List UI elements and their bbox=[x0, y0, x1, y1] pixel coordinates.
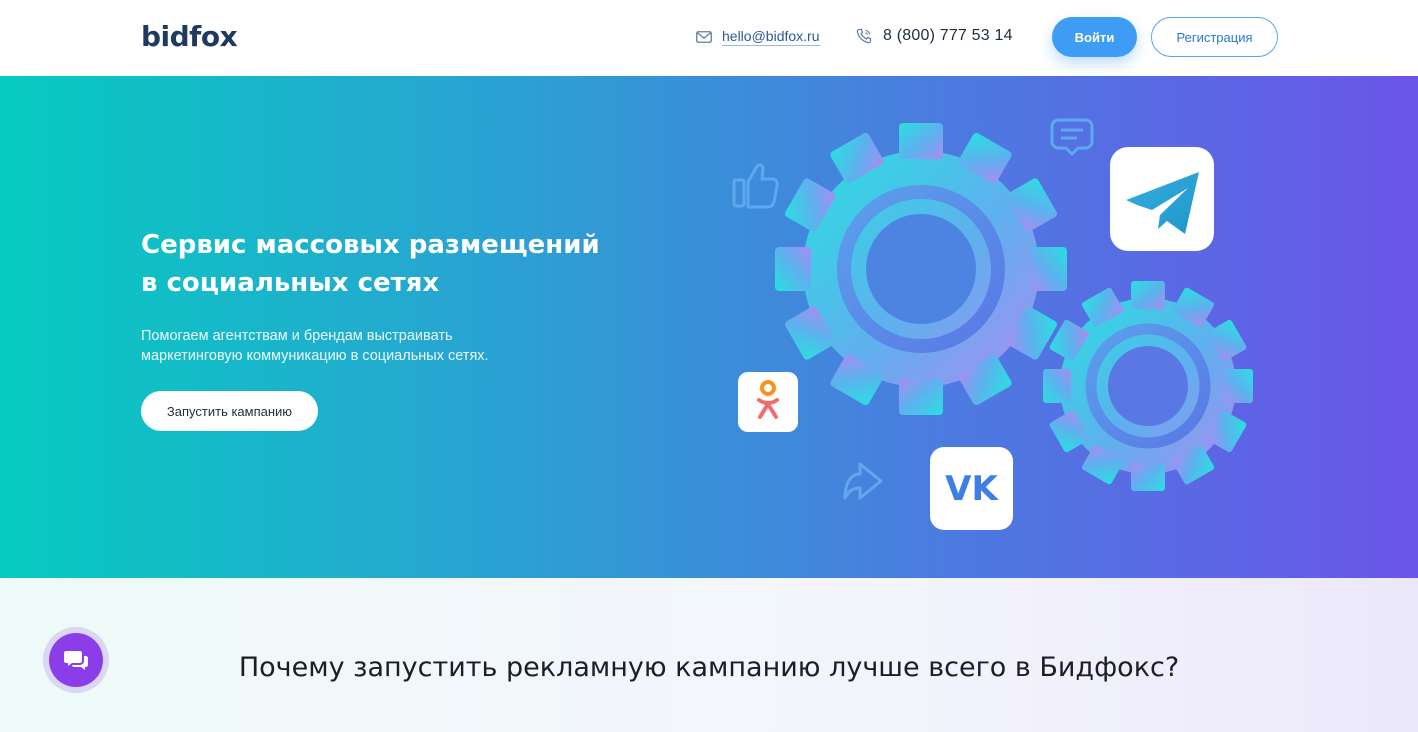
launch-campaign-button[interactable]: Запустить кампанию bbox=[141, 391, 318, 431]
thumbs-up-icon bbox=[732, 163, 779, 209]
email-contact: hello@bidfox.ru bbox=[696, 28, 820, 46]
phone-number[interactable]: 8 (800) 777 53 14 bbox=[883, 27, 1013, 45]
phone-contact: 8 (800) 777 53 14 bbox=[856, 27, 1013, 45]
login-button[interactable]: Войти bbox=[1052, 17, 1137, 57]
hero-title-line1: Сервис массовых размещений bbox=[141, 230, 600, 260]
vk-icon[interactable]: VK bbox=[930, 447, 1013, 530]
why-section: Почему запустить рекламную кампанию лучш… bbox=[0, 578, 1418, 732]
hero-illustration: VK bbox=[732, 118, 1253, 530]
telegram-icon[interactable] bbox=[1110, 147, 1214, 251]
odnoklassniki-icon[interactable] bbox=[738, 372, 798, 432]
hero-banner: Сервис массовых размещений в социальных … bbox=[0, 76, 1418, 578]
chat-bubble-icon bbox=[1050, 118, 1094, 156]
hero-title-line2: в социальных сетях bbox=[141, 268, 440, 298]
chat-widget-inner bbox=[49, 633, 103, 687]
hero-subtitle: Помогаем агентствам и брендам выстраиват… bbox=[141, 326, 561, 366]
phone-icon bbox=[856, 28, 872, 44]
site-header: bidfox hello@bidfox.ru 8 (800) 777 53 14… bbox=[0, 0, 1418, 76]
gear-small-icon bbox=[1043, 281, 1253, 491]
mail-icon bbox=[696, 31, 712, 43]
email-link[interactable]: hello@bidfox.ru bbox=[722, 28, 820, 46]
chat-widget-button[interactable] bbox=[43, 627, 109, 693]
hero-subtitle-line2: маркетинговую коммуникацию в социальных … bbox=[141, 348, 489, 364]
logo[interactable]: bidfox bbox=[141, 20, 238, 53]
section-title: Почему запустить рекламную кампанию лучш… bbox=[238, 652, 1180, 683]
chat-icon bbox=[64, 651, 88, 670]
share-icon bbox=[843, 462, 883, 500]
svg-text:VK: VK bbox=[945, 469, 999, 509]
hero-title: Сервис массовых размещений в социальных … bbox=[141, 226, 661, 302]
gear-large-icon bbox=[775, 123, 1067, 415]
hero-subtitle-line1: Помогаем агентствам и брендам выстраиват… bbox=[141, 328, 453, 344]
register-button[interactable]: Регистрация bbox=[1151, 17, 1278, 57]
